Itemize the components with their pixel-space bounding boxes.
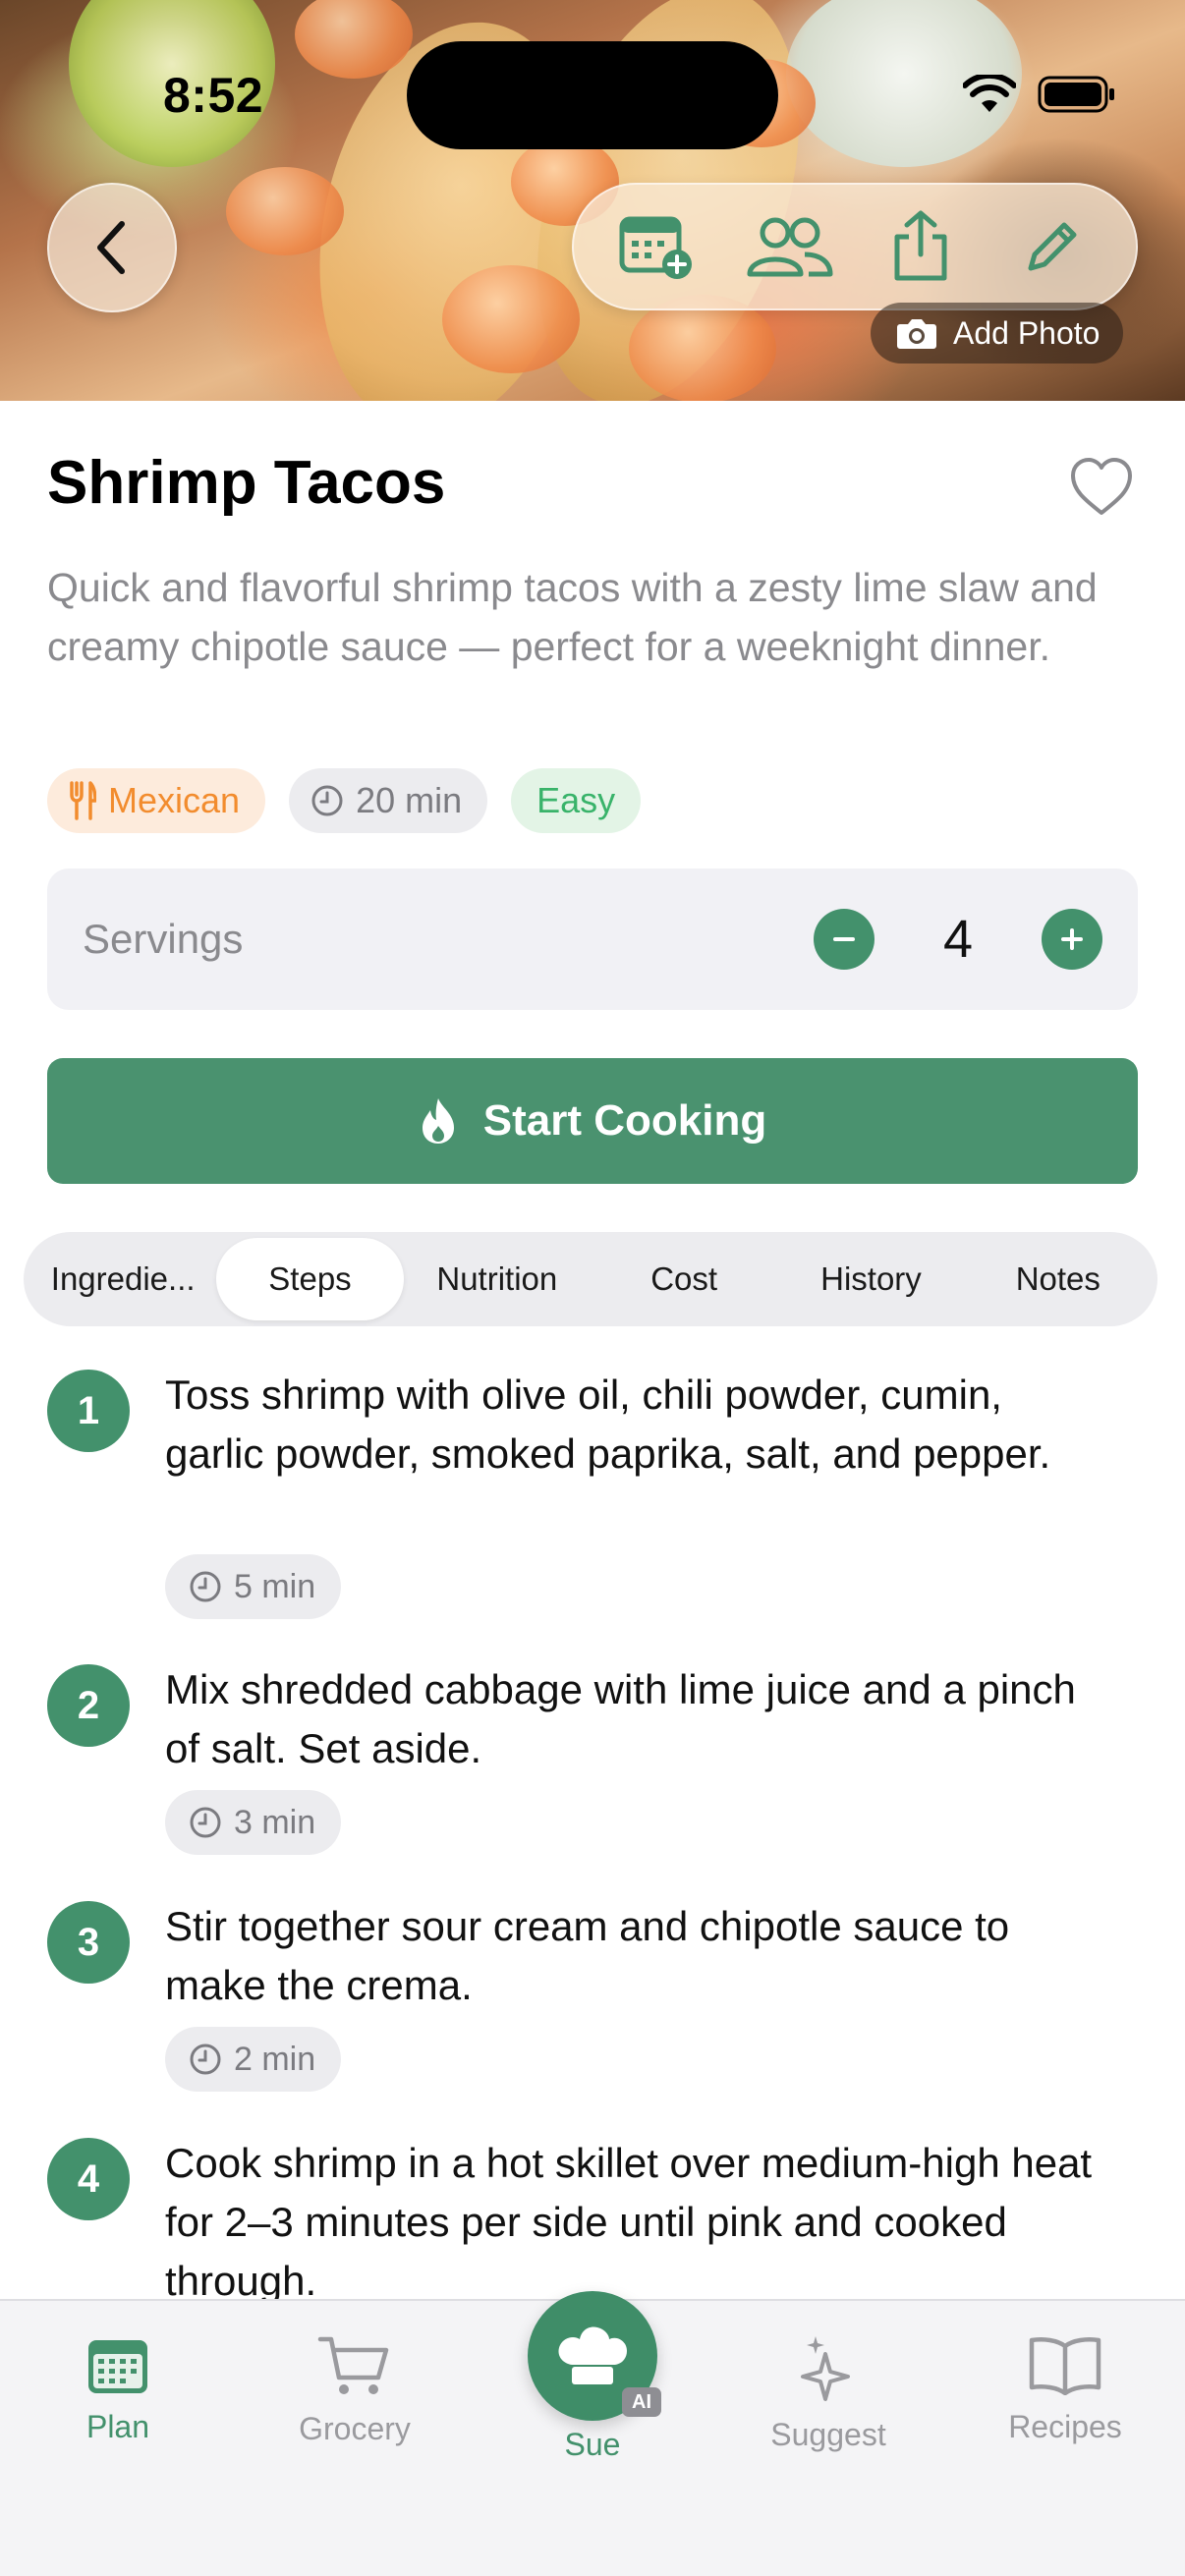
- status-icons: [963, 75, 1116, 114]
- edit-button[interactable]: [998, 193, 1106, 301]
- step-number: 1: [47, 1370, 130, 1452]
- step-number: 2: [47, 1664, 130, 1747]
- fork-knife-icon: [70, 781, 96, 820]
- tabbar-sue-label: Sue: [564, 2427, 621, 2462]
- step-time-badge: 5 min: [165, 1554, 342, 1619]
- tabbar-suggest-label: Suggest: [770, 2417, 886, 2452]
- recipe-description: Quick and flavorful shrimp tacos with a …: [47, 565, 1098, 669]
- tab-steps[interactable]: Steps: [216, 1238, 404, 1320]
- steps-list: 1 Toss shrimp with olive oil, chili powd…: [0, 1366, 1185, 2299]
- tabbar-recipes-label: Recipes: [1008, 2409, 1122, 2444]
- recipe-tags: Mexican 20 min Easy: [47, 768, 642, 833]
- shrimp: [226, 167, 344, 255]
- flame-icon: [422, 1098, 454, 1144]
- tabbar-grocery-label: Grocery: [299, 2411, 411, 2446]
- recipe-tabs: Ingredie... Steps Nutrition Cost History…: [24, 1232, 1157, 1326]
- tab-cost[interactable]: Cost: [591, 1238, 777, 1320]
- shrimp: [629, 295, 776, 401]
- servings-label: Servings: [83, 916, 244, 962]
- plus-icon: [1061, 928, 1083, 950]
- start-cooking-label: Start Cooking: [482, 1096, 767, 1145]
- shrimp: [442, 265, 580, 373]
- sparkles-icon: [801, 2336, 850, 2401]
- increase-servings-button[interactable]: [1042, 909, 1102, 970]
- status-time: 8:52: [163, 68, 264, 123]
- tabbar-grocery[interactable]: Grocery: [256, 2334, 453, 2447]
- tab-nutrition[interactable]: Nutrition: [404, 1238, 591, 1320]
- clock-icon: [190, 2044, 221, 2075]
- tab-history[interactable]: History: [777, 1238, 964, 1320]
- clock-icon: [190, 1807, 221, 1838]
- clock-icon: [311, 785, 343, 816]
- chef-hat-icon: [558, 2326, 627, 2384]
- book-icon: [1029, 2337, 1101, 2395]
- decrease-servings-button[interactable]: [814, 909, 875, 970]
- servings-value: 4: [942, 910, 974, 969]
- add-photo-label: Add Photo: [953, 314, 1100, 351]
- total-time-tag: 20 min: [289, 768, 488, 833]
- step-text: Toss shrimp with olive oil, chili powder…: [165, 1372, 1051, 1477]
- step-time-badge: 3 min: [165, 1790, 342, 1855]
- tabbar-recipes[interactable]: Recipes: [967, 2334, 1163, 2445]
- recipe-title: Shrimp Tacos: [47, 449, 446, 517]
- share-icon: [894, 210, 947, 281]
- cart-icon: [317, 2336, 389, 2394]
- difficulty-label: Easy: [536, 780, 616, 820]
- minus-icon: [833, 937, 855, 941]
- share-button[interactable]: [867, 193, 975, 301]
- chevron-left-icon: [97, 221, 125, 274]
- clock-icon: [190, 1571, 221, 1602]
- total-time-label: 20 min: [356, 780, 463, 820]
- start-cooking-button[interactable]: Start Cooking: [47, 1058, 1138, 1184]
- bottom-tab-bar: Plan Grocery AI Sue Suggest Recipes: [0, 2291, 1185, 2576]
- pencil-icon: [1028, 222, 1077, 271]
- servings-row: Servings 4: [47, 868, 1138, 1010]
- share-with-people-button[interactable]: [735, 193, 843, 301]
- dynamic-island: [407, 41, 778, 149]
- step-number: 3: [47, 1901, 130, 1984]
- calendar-add-icon: [619, 216, 692, 279]
- step-time-label: 2 min: [234, 2040, 316, 2078]
- tab-notes[interactable]: Notes: [965, 1238, 1152, 1320]
- step-text: Mix shredded cabbage with lime juice and…: [165, 1666, 1076, 1771]
- recipe-actions-bar: [572, 183, 1138, 310]
- step-number: 4: [47, 2138, 130, 2220]
- tab-ingredients[interactable]: Ingredie...: [29, 1238, 216, 1320]
- add-photo-button[interactable]: Add Photo: [871, 303, 1124, 364]
- tabbar-plan[interactable]: Plan: [20, 2334, 216, 2445]
- heart-icon: [1071, 458, 1132, 515]
- tabbar-suggest[interactable]: Suggest: [730, 2334, 927, 2453]
- cuisine-label: Mexican: [108, 780, 241, 820]
- step-time-label: 3 min: [234, 1803, 316, 1841]
- ai-badge: AI: [622, 2387, 661, 2417]
- step-time-label: 5 min: [234, 1567, 316, 1605]
- cuisine-tag: Mexican: [47, 768, 266, 833]
- servings-stepper: 4: [814, 909, 1102, 970]
- add-to-plan-button[interactable]: [603, 193, 711, 301]
- wifi-icon: [963, 75, 1016, 112]
- step-text: Stir together sour cream and chipotle sa…: [165, 1903, 1010, 2008]
- camera-icon: [897, 319, 936, 349]
- people-icon: [747, 217, 833, 277]
- battery-icon: [1038, 76, 1114, 113]
- step-text: Cook shrimp in a hot skillet over medium…: [165, 2140, 1093, 2299]
- calendar-icon: [88, 2340, 147, 2393]
- favorite-button[interactable]: [1067, 454, 1136, 523]
- tabbar-plan-label: Plan: [85, 2409, 150, 2444]
- back-button[interactable]: [47, 183, 177, 312]
- step-time-badge: 2 min: [165, 2027, 342, 2092]
- difficulty-tag: Easy: [511, 768, 642, 833]
